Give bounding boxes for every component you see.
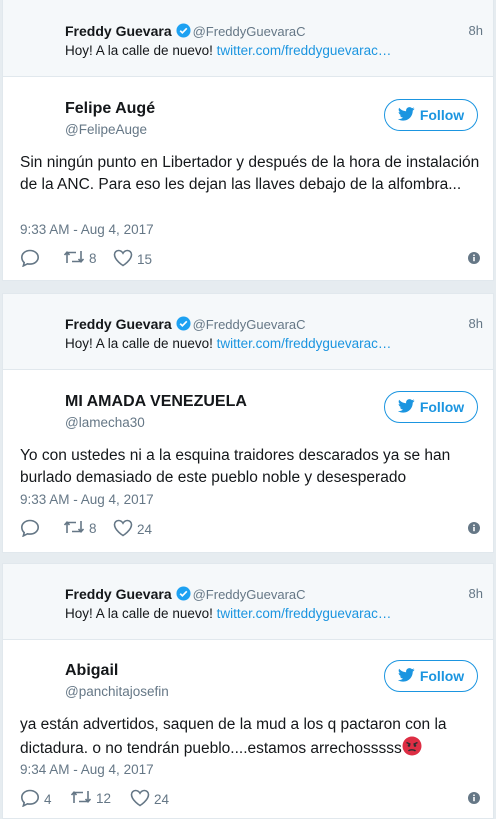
quoted-author-name[interactable]: Freddy Guevara (65, 23, 172, 39)
follow-button[interactable]: Follow (384, 99, 478, 131)
reply-button[interactable] (20, 249, 44, 270)
tweet-timestamp[interactable]: 9:33 AM - Aug 4, 2017 (20, 222, 154, 237)
tweet-text: ya están advertidos, saquen de la mud a … (20, 714, 480, 763)
tweet-card-2: Freddy Guevara @FreddyGuevaraC 8h Hoy! A … (2, 293, 494, 553)
quoted-text: Hoy! A la calle de nuevo! twitter.com/fr… (65, 43, 392, 58)
reply-button[interactable] (20, 519, 44, 540)
reply-count: 4 (44, 792, 52, 807)
tweet-actions: 8 15 (20, 249, 480, 269)
author-handle[interactable]: @panchitajosefin (65, 684, 169, 699)
verified-badge-icon (176, 23, 191, 43)
follow-label: Follow (419, 107, 465, 123)
tweet-card-1: Freddy Guevara @FreddyGuevaraC 8h Hoy! A … (2, 0, 494, 281)
author-handle[interactable]: @lamecha30 (65, 415, 145, 430)
quoted-author-handle[interactable]: @FreddyGuevaraC (193, 317, 306, 332)
tweet-card-3: Freddy Guevara @FreddyGuevaraC 8h Hoy! A … (2, 563, 494, 819)
info-icon[interactable] (468, 791, 480, 809)
quoted-tweet[interactable]: Freddy Guevara @FreddyGuevaraC 8h Hoy! A … (3, 294, 493, 370)
reply-icon (20, 249, 40, 270)
reply-icon (20, 789, 40, 810)
like-count: 24 (154, 792, 170, 807)
like-button[interactable]: 24 (130, 789, 169, 810)
retweet-button[interactable]: 12 (70, 789, 111, 808)
twitter-bird-icon (397, 667, 415, 685)
like-button[interactable]: 24 (113, 519, 152, 540)
quoted-link[interactable]: twitter.com/freddyguevarac… (217, 43, 392, 58)
heart-icon (113, 249, 133, 270)
info-icon[interactable] (468, 521, 480, 539)
quoted-author-name[interactable]: Freddy Guevara (65, 586, 172, 602)
quoted-author-name[interactable]: Freddy Guevara (65, 316, 172, 332)
twitter-bird-icon (397, 398, 415, 416)
verified-badge-icon (176, 586, 191, 606)
follow-label: Follow (419, 668, 465, 684)
heart-icon (130, 789, 150, 810)
quoted-timestamp[interactable]: 8h (469, 316, 483, 331)
like-count: 15 (137, 252, 153, 267)
retweet-icon (63, 519, 85, 538)
quoted-author-handle[interactable]: @FreddyGuevaraC (193, 587, 306, 602)
quoted-text: Hoy! A la calle de nuevo! twitter.com/fr… (65, 336, 392, 351)
like-button[interactable]: 15 (113, 249, 152, 270)
quoted-tweet[interactable]: Freddy Guevara @FreddyGuevaraC 8h Hoy! A … (3, 564, 493, 640)
heart-icon (113, 519, 133, 540)
retweet-button[interactable]: 8 (63, 249, 97, 268)
retweet-button[interactable]: 8 (63, 519, 97, 538)
verified-badge-icon (176, 316, 191, 336)
follow-button[interactable]: Follow (384, 391, 478, 423)
quoted-link[interactable]: twitter.com/freddyguevarac… (217, 336, 392, 351)
quoted-tweet[interactable]: Freddy Guevara @FreddyGuevaraC 8h Hoy! A … (3, 0, 493, 77)
like-count: 24 (137, 522, 153, 537)
retweet-count: 12 (96, 791, 112, 806)
reply-button[interactable]: 4 (20, 789, 52, 810)
angry-face-emoji (402, 736, 422, 763)
author-name[interactable]: Felipe Augé (65, 100, 155, 118)
author-name[interactable]: Abigail (65, 662, 118, 680)
retweet-count: 8 (89, 251, 97, 266)
reply-icon (20, 519, 40, 540)
retweet-count: 8 (89, 521, 97, 536)
quoted-text: Hoy! A la calle de nuevo! twitter.com/fr… (65, 606, 392, 621)
tweet-actions: 8 24 (20, 519, 480, 539)
tweet-text: Yo con ustedes ni a la esquina traidores… (20, 447, 451, 486)
follow-label: Follow (419, 399, 465, 415)
quoted-link[interactable]: twitter.com/freddyguevarac… (217, 606, 392, 621)
tweet-timestamp[interactable]: 9:34 AM - Aug 4, 2017 (20, 762, 154, 777)
quoted-author-handle[interactable]: @FreddyGuevaraC (193, 24, 306, 39)
tweet-actions: 4 12 24 (20, 789, 480, 809)
author-name[interactable]: MI AMADA VENEZUELA (65, 393, 247, 411)
tweet-text: Sin ningún punto en Libertador y después… (20, 154, 480, 193)
twitter-bird-icon (397, 106, 415, 124)
retweet-icon (70, 789, 92, 808)
author-handle[interactable]: @FelipeAuge (65, 122, 147, 137)
follow-button[interactable]: Follow (384, 660, 478, 692)
retweet-icon (63, 249, 85, 268)
quoted-timestamp[interactable]: 8h (469, 586, 483, 601)
info-icon[interactable] (468, 251, 480, 269)
tweet-timestamp[interactable]: 9:33 AM - Aug 4, 2017 (20, 492, 154, 507)
quoted-timestamp[interactable]: 8h (469, 23, 483, 38)
